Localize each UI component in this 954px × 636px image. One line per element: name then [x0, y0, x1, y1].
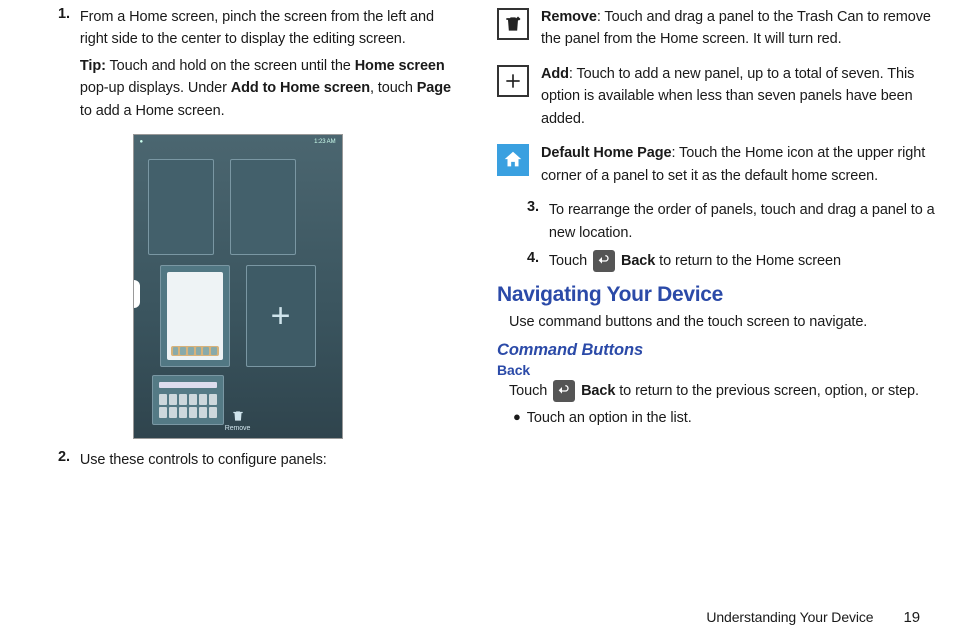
iconrow-add: Add: Touch to add a new panel, up to a t…: [497, 63, 936, 130]
figure-remove-label: Remove: [225, 425, 250, 432]
remove-label: Remove: [541, 9, 597, 25]
iconrow-remove: Remove: Touch and drag a panel to the Tr…: [497, 6, 936, 51]
remove-icon: [497, 8, 529, 40]
figure-panel-3-dock: [171, 346, 219, 356]
step4-pre: Touch: [549, 253, 591, 269]
step-number: 3.: [497, 199, 539, 244]
iconrow-home: Default Home Page: Touch the Home icon a…: [497, 142, 936, 187]
footer-page-number: 19: [904, 609, 921, 626]
home-label: Default Home Page: [541, 145, 671, 161]
step1-text: From a Home screen, pinch the screen fro…: [80, 9, 434, 47]
tip-bold-add-to-home: Add to Home screen: [231, 80, 370, 96]
back-icon: [553, 380, 575, 402]
step4-body: Touch Back to return to the Home screen: [549, 250, 936, 272]
home-desc: Default Home Page: Touch the Home icon a…: [541, 142, 936, 187]
left-column: 1. From a Home screen, pinch the screen …: [18, 0, 457, 478]
step4-post: to return to the Home screen: [655, 253, 841, 269]
back-icon: [593, 250, 615, 272]
tip-end: to add a Home screen.: [80, 103, 225, 119]
add-label: Add: [541, 66, 569, 82]
back-pre: Touch: [509, 383, 551, 399]
tip-pre: Touch and hold on the screen until the: [106, 58, 355, 74]
tip-mid: pop-up displays. Under: [80, 80, 231, 96]
figure-status-left: ●: [140, 139, 144, 149]
figure-status-right: 1:23 AM: [314, 139, 335, 149]
figure-panel-4-widget: [159, 382, 217, 388]
tip-label: Tip:: [80, 58, 106, 74]
right-column: Remove: Touch and drag a panel to the Tr…: [497, 0, 936, 478]
step-number: 4.: [497, 250, 539, 272]
tip-mid2: , touch: [370, 80, 417, 96]
step-body: From a Home screen, pinch the screen fro…: [80, 6, 457, 122]
add-desc: Add: Touch to add a new panel, up to a t…: [541, 63, 936, 130]
figure-panel-3-selected: [160, 265, 230, 367]
bullet-touch-option: ● Touch an option in the list.: [497, 407, 936, 429]
remove-text: : Touch and drag a panel to the Trash Ca…: [541, 9, 931, 47]
figure-panel-1: [148, 159, 214, 255]
step4-back-label: Back: [621, 253, 655, 269]
page-footer: Understanding Your Device 19: [706, 609, 920, 626]
back-post: to return to the previous screen, option…: [615, 383, 919, 399]
bullet-dot-icon: ●: [513, 407, 521, 429]
heading-navigating: Navigating Your Device: [497, 283, 936, 307]
footer-section: Understanding Your Device: [706, 609, 873, 625]
step-number: 1.: [18, 6, 70, 122]
step3-text: To rearrange the order of panels, touch …: [549, 199, 936, 244]
editing-screen-figure: ● 1:23 AM + Remove: [133, 134, 343, 439]
home-icon: [497, 144, 529, 176]
figure-remove-area: Remove: [134, 409, 342, 432]
figure-plus-icon: +: [271, 297, 291, 336]
tip-bold-page: Page: [417, 80, 451, 96]
step-number: 2.: [18, 449, 70, 471]
figure-side-tab: [134, 280, 140, 308]
subheading-command-buttons: Command Buttons: [497, 341, 936, 360]
mini-heading-back: Back: [497, 362, 936, 378]
remove-desc: Remove: Touch and drag a panel to the Tr…: [541, 6, 936, 51]
back-bold: Back: [581, 383, 615, 399]
step-1: 1. From a Home screen, pinch the screen …: [18, 6, 457, 122]
step-2: 2. Use these controls to configure panel…: [18, 449, 457, 471]
step2-text: Use these controls to configure panels:: [80, 449, 457, 471]
tip-bold-home-screen: Home screen: [355, 58, 445, 74]
add-icon: [497, 65, 529, 97]
step1-tip: Tip: Touch and hold on the screen until …: [80, 55, 457, 122]
step-3: 3. To rearrange the order of panels, tou…: [497, 199, 936, 244]
back-description: Touch Back to return to the previous scr…: [497, 380, 936, 402]
bullet-text: Touch an option in the list.: [527, 407, 692, 429]
figure-add-panel: +: [246, 265, 316, 367]
add-text: : Touch to add a new panel, up to a tota…: [541, 66, 914, 127]
nav-intro: Use command buttons and the touch screen…: [497, 311, 936, 333]
step-4: 4. Touch Back to return to the Home scre…: [497, 250, 936, 272]
figure-status-bar: ● 1:23 AM: [140, 139, 336, 149]
figure-panel-2: [230, 159, 296, 255]
trash-icon: [134, 409, 342, 425]
